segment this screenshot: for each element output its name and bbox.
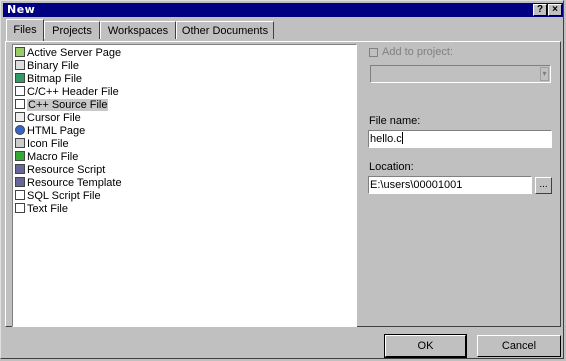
tab-files[interactable]: Files (6, 19, 44, 41)
window-title: New (7, 3, 36, 16)
file-name-label: File name: (369, 115, 421, 127)
sql-icon (15, 190, 25, 200)
browse-button[interactable]: ... (535, 177, 552, 194)
list-item[interactable]: Text File (15, 203, 68, 216)
help-button[interactable]: ? (533, 4, 547, 16)
tab-workspaces[interactable]: Workspaces (100, 21, 176, 39)
close-button[interactable]: × (548, 4, 562, 16)
project-combo[interactable]: ▾ (370, 65, 551, 83)
asp-icon (15, 47, 25, 57)
file-name-field[interactable]: hello.c (368, 130, 552, 148)
cancel-button[interactable]: Cancel (477, 335, 561, 357)
tab-projects[interactable]: Projects (44, 21, 100, 39)
header-icon (15, 86, 25, 96)
list-item[interactable]: Macro File (15, 151, 78, 164)
add-to-project-checkbox[interactable] (369, 48, 378, 57)
add-to-project-label: Add to project: (382, 46, 453, 58)
resource-template-icon (15, 177, 25, 187)
list-item[interactable]: Resource Script (15, 164, 105, 177)
list-item[interactable]: SQL Script File (15, 190, 101, 203)
location-field[interactable]: E:\users\00001001 (368, 176, 532, 194)
text-icon (15, 203, 25, 213)
new-dialog: New ? × Files Projects Workspaces Other … (0, 0, 564, 359)
cursor-icon (15, 112, 25, 122)
list-item[interactable]: Resource Template (15, 177, 122, 190)
list-item[interactable]: Binary File (15, 60, 79, 73)
macro-icon (15, 151, 25, 161)
list-item[interactable]: Cursor File (15, 112, 81, 125)
icon-file-icon (15, 138, 25, 148)
source-icon (15, 99, 25, 109)
list-item[interactable]: Icon File (15, 138, 69, 151)
location-label: Location: (369, 161, 414, 173)
ok-button[interactable]: OK (384, 334, 467, 358)
list-item[interactable]: C++ Source File (15, 99, 109, 112)
list-item[interactable]: C/C++ Header File (15, 86, 119, 99)
file-type-list[interactable]: Active Server Page Binary File Bitmap Fi… (12, 44, 357, 327)
title-bar[interactable]: New ? × (3, 3, 563, 17)
bitmap-icon (15, 73, 25, 83)
chevron-down-icon[interactable]: ▾ (540, 67, 549, 81)
tab-other-documents[interactable]: Other Documents (176, 21, 274, 39)
list-item[interactable]: Bitmap File (15, 73, 82, 86)
text-cursor (401, 132, 403, 144)
list-item[interactable]: HTML Page (15, 125, 85, 138)
binary-icon (15, 60, 25, 70)
list-item[interactable]: Active Server Page (15, 47, 121, 60)
resource-script-icon (15, 164, 25, 174)
html-icon (15, 125, 25, 135)
